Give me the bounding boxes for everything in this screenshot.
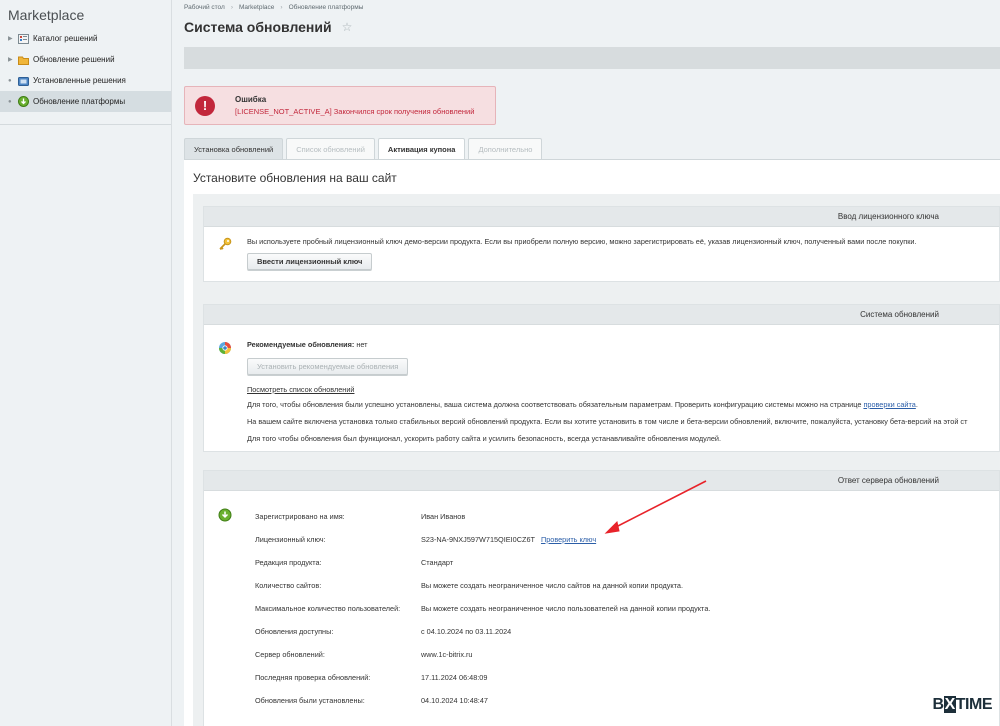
watermark-x: X [943,696,956,713]
watermark-prefix: B [932,696,945,713]
watermark-logo: BXTIME [932,696,993,714]
watermark-suffix: TIME [955,696,993,713]
annotation-arrow [604,480,707,534]
